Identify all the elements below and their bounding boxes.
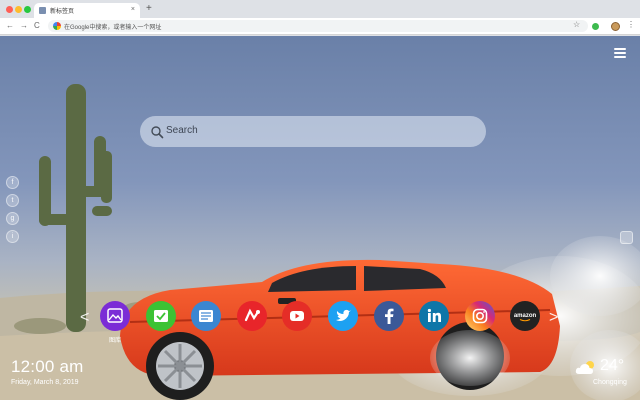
weather-city: Chongqing — [593, 379, 627, 386]
wallpaper-image — [0, 84, 640, 400]
minimize-window-button[interactable] — [15, 6, 22, 13]
cloud-sun-icon — [575, 361, 594, 374]
browser-menu-icon[interactable]: ⋮ — [627, 20, 635, 30]
settings-toggle-icon[interactable] — [620, 231, 633, 244]
app-twitter[interactable] — [328, 301, 358, 331]
app-gallery-label: 图库 — [109, 338, 122, 344]
profile-avatar[interactable] — [611, 22, 620, 31]
app-tasks[interactable] — [146, 301, 176, 331]
app-gallery[interactable] — [100, 301, 130, 331]
weather-temperature: 24° — [600, 357, 625, 374]
search-placeholder: Search — [166, 125, 198, 136]
close-window-button[interactable] — [6, 6, 13, 13]
search-icon — [151, 126, 164, 139]
bookmark-star-icon[interactable]: ☆ — [573, 20, 580, 30]
browser-toolbar: ← → C 在Google中搜索，或者输入一个网址 ☆ ⋮ — [0, 18, 640, 35]
carousel-prev-icon[interactable]: < — [80, 310, 89, 326]
reload-icon[interactable]: C — [34, 21, 40, 31]
address-bar-placeholder: 在Google中搜索，或者输入一个网址 — [64, 25, 162, 31]
back-icon[interactable]: ← — [6, 21, 14, 31]
clock-time: 12:00 am — [11, 357, 84, 376]
forward-icon[interactable]: → — [20, 21, 28, 31]
clock-date: Friday, March 8, 2019 — [11, 379, 79, 386]
app-games[interactable] — [237, 301, 267, 331]
new-tab-button[interactable]: + — [146, 3, 152, 15]
google-share-icon[interactable]: g — [6, 212, 19, 225]
app-amazon[interactable]: amazon — [510, 301, 540, 331]
app-youtube[interactable] — [282, 301, 312, 331]
tab-new-tab[interactable]: 新标签页 × — [34, 3, 140, 18]
close-tab-icon[interactable]: × — [131, 5, 135, 15]
facebook-share-icon[interactable]: f — [6, 176, 19, 189]
app-news[interactable] — [191, 301, 221, 331]
twitter-share-icon[interactable]: t — [6, 194, 19, 207]
app-linkedin[interactable] — [419, 301, 449, 331]
menu-icon[interactable] — [614, 48, 626, 58]
address-bar[interactable]: 在Google中搜索，或者输入一个网址 — [48, 20, 588, 32]
info-icon[interactable]: i — [6, 230, 19, 243]
carousel-next-icon[interactable]: > — [549, 310, 558, 326]
tab-title: 新标签页 — [50, 9, 75, 15]
new-tab-page: Search f t g i < > 图库 amazon 12:00 am Fr… — [0, 36, 640, 400]
extension-icon[interactable] — [592, 23, 599, 30]
app-instagram[interactable] — [465, 301, 495, 331]
maximize-window-button[interactable] — [24, 6, 31, 13]
page-icon — [39, 7, 46, 14]
app-facebook[interactable] — [374, 301, 404, 331]
google-icon — [53, 22, 61, 30]
amazon-wordmark: amazon — [514, 313, 537, 319]
tab-strip: 新标签页 × + — [0, 0, 640, 18]
